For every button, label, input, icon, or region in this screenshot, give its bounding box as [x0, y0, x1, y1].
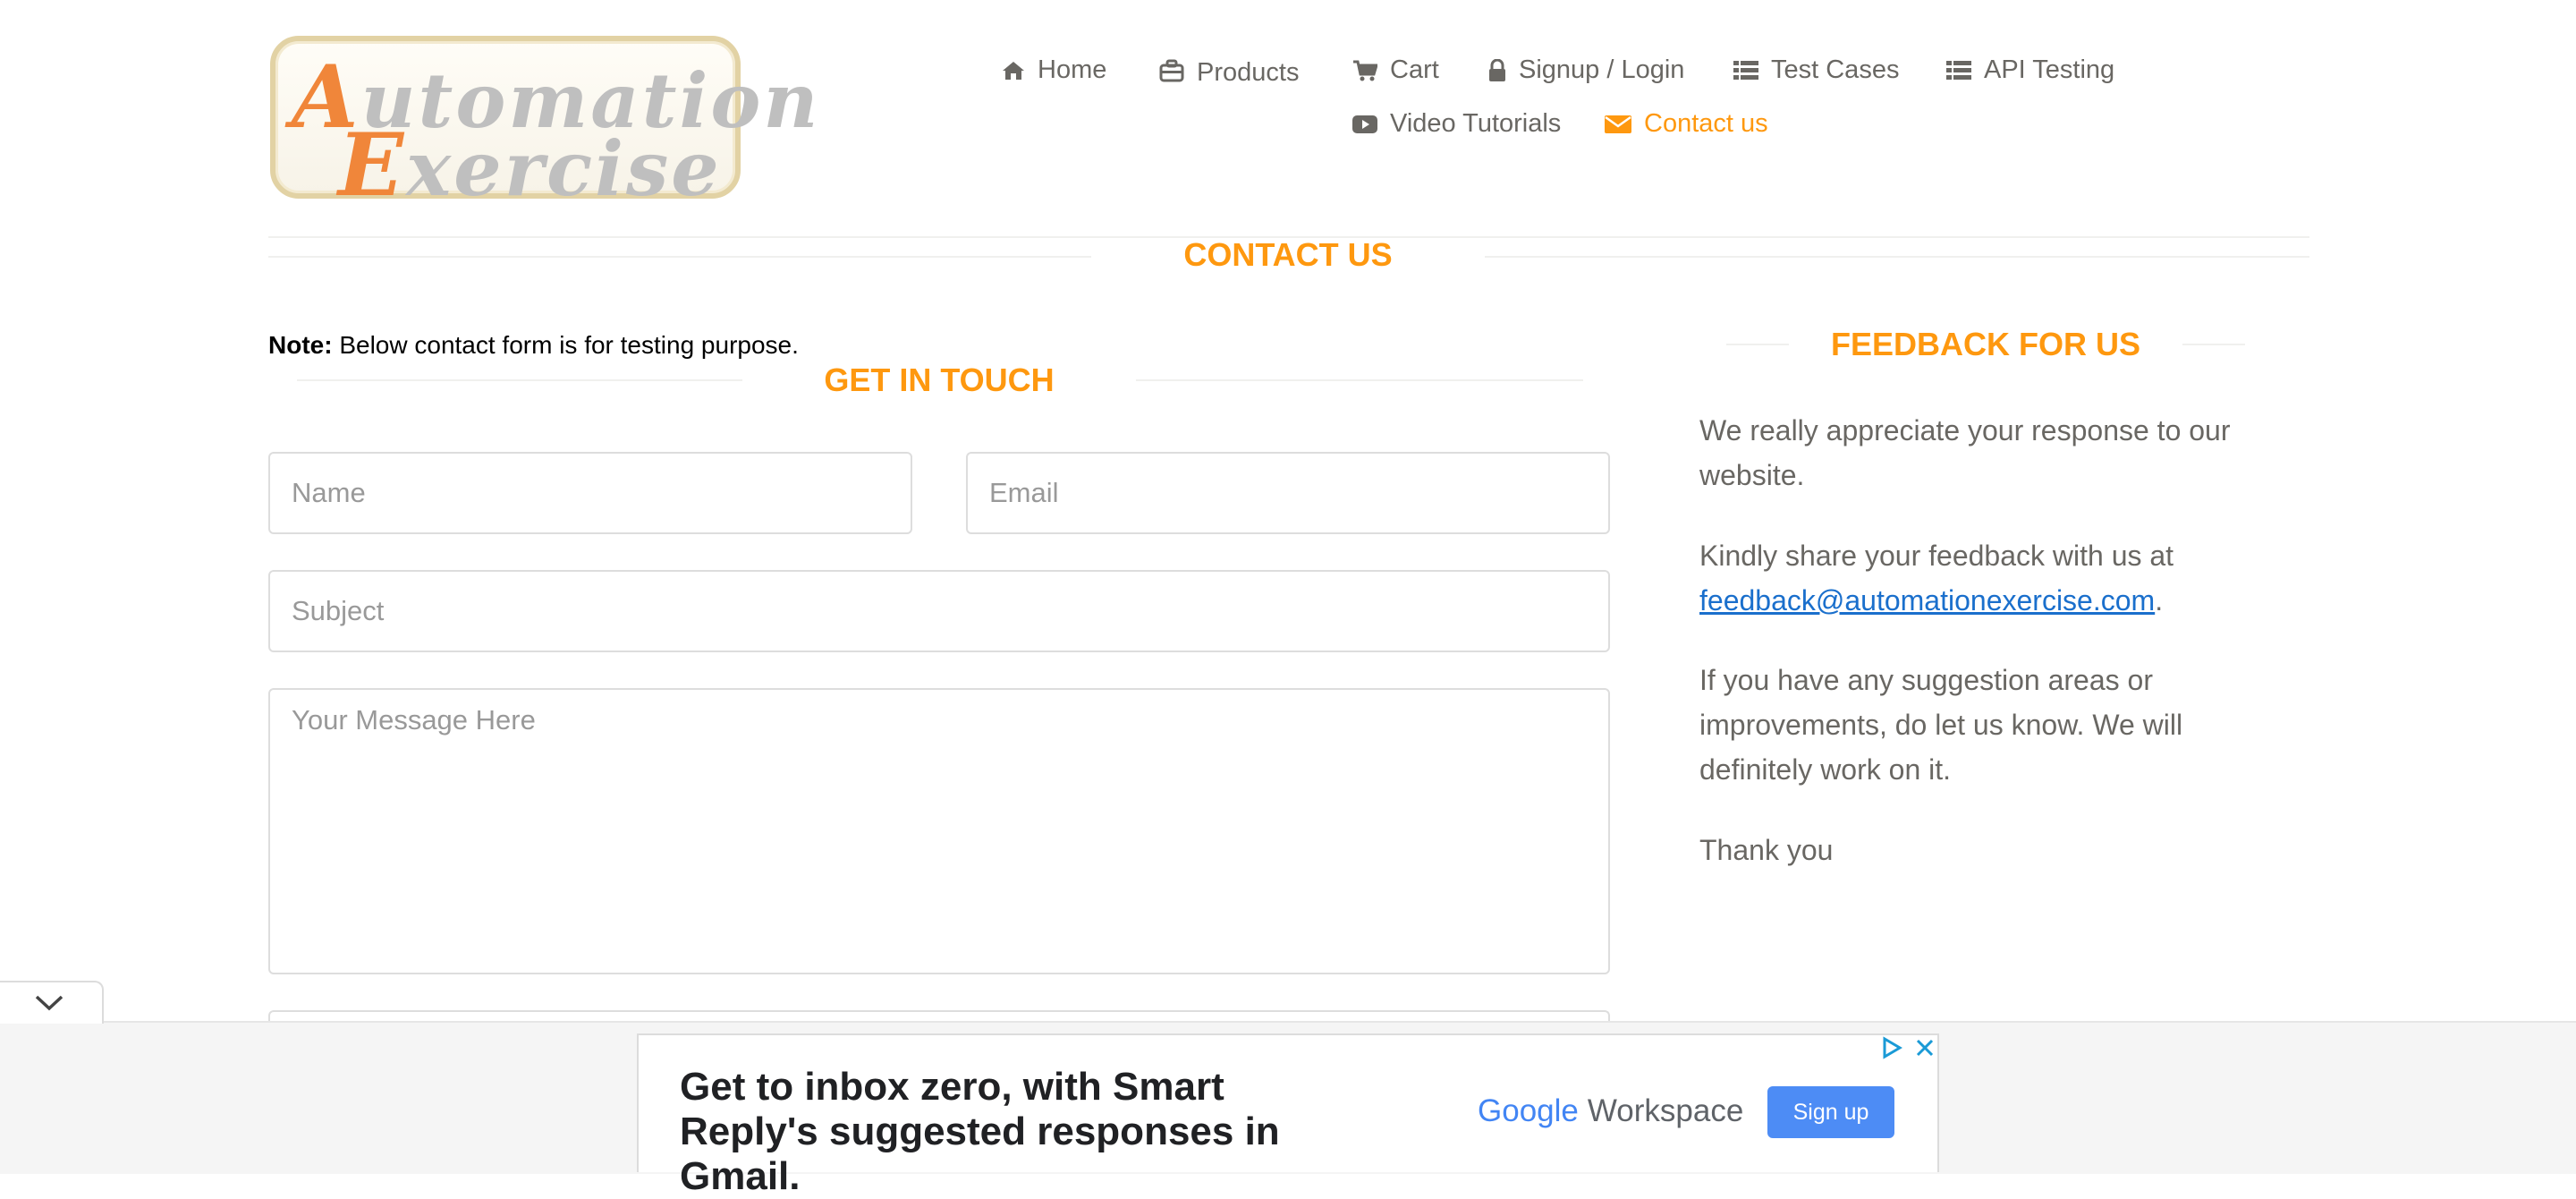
nav-products-label: Products — [1197, 58, 1300, 87]
nav-products[interactable]: Products — [1159, 55, 1300, 87]
nav-video-tutorials[interactable]: Video Tutorials — [1352, 109, 1561, 139]
nav-contact-us[interactable]: Contact us — [1605, 109, 1768, 139]
feedback-email-link[interactable]: feedback@automationexercise.com — [1699, 584, 2155, 617]
feedback-paragraph-2: Kindly share your feedback with us at fe… — [1699, 540, 2174, 617]
nav-test-cases-label: Test Cases — [1771, 55, 1900, 84]
list-icon — [1946, 60, 1971, 80]
form-title: GET IN TOUCH — [824, 361, 1055, 398]
name-input[interactable] — [268, 452, 912, 534]
home-icon — [1003, 61, 1024, 80]
form-title-line-right — [1136, 379, 1583, 381]
nav-home[interactable]: Home — [1002, 55, 1106, 85]
logo-line-2: Exercise — [338, 115, 722, 216]
adchoices-icon[interactable] — [1880, 1036, 1903, 1059]
nav-signup-login[interactable]: Signup / Login — [1488, 55, 1684, 85]
subject-input[interactable] — [268, 570, 1610, 652]
nav-test-cases[interactable]: Test Cases — [1733, 55, 1899, 85]
feedback-paragraph-3: If you have any suggestion areas or impr… — [1699, 664, 2183, 786]
chevron-down-icon — [35, 995, 64, 1011]
google-workspace-logo: Google Workspace — [1478, 1093, 1744, 1128]
youtube-icon — [1352, 115, 1377, 133]
nav-cart[interactable]: Cart — [1352, 55, 1439, 85]
nav-video-tutorials-label: Video Tutorials — [1390, 109, 1562, 138]
briefcase-icon — [1159, 59, 1184, 81]
nav-api-testing-label: API Testing — [1984, 55, 2115, 84]
title-line-left — [268, 256, 1091, 258]
feedback-title-line-left — [1726, 344, 1789, 345]
form-title-line-left — [297, 379, 742, 381]
nav-home-label: Home — [1038, 55, 1107, 84]
nav-signup-login-label: Signup / Login — [1519, 55, 1685, 84]
nav-api-testing[interactable]: API Testing — [1946, 55, 2114, 85]
email-input[interactable] — [966, 452, 1610, 534]
envelope-icon — [1605, 115, 1631, 133]
lock-icon — [1489, 58, 1505, 81]
site-logo[interactable]: Automation Exercise — [270, 36, 818, 216]
nav-cart-label: Cart — [1390, 55, 1439, 84]
feedback-paragraph-1: We really appreciate your response to ou… — [1699, 414, 2231, 491]
cart-icon — [1353, 60, 1377, 81]
message-textarea[interactable] — [268, 688, 1610, 974]
close-icon[interactable] — [1914, 1037, 1936, 1059]
nav-contact-us-label: Contact us — [1644, 109, 1768, 138]
page-title: CONTACT US — [1183, 236, 1393, 273]
feedback-title: FEEDBACK FOR US — [1830, 326, 2140, 362]
feedback-paragraph-4: Thank you — [1699, 834, 1834, 866]
title-line-right — [1485, 256, 2309, 258]
ad-headline[interactable]: Get to inbox zero, with Smart Reply's su… — [680, 1065, 1360, 1199]
ad-collapse-tab[interactable] — [0, 981, 104, 1024]
ad-signup-button[interactable]: Sign up — [1767, 1086, 1894, 1138]
form-note: Note: Below contact form is for testing … — [268, 331, 799, 359]
list-icon — [1733, 60, 1758, 80]
feedback-title-line-right — [2182, 344, 2245, 345]
